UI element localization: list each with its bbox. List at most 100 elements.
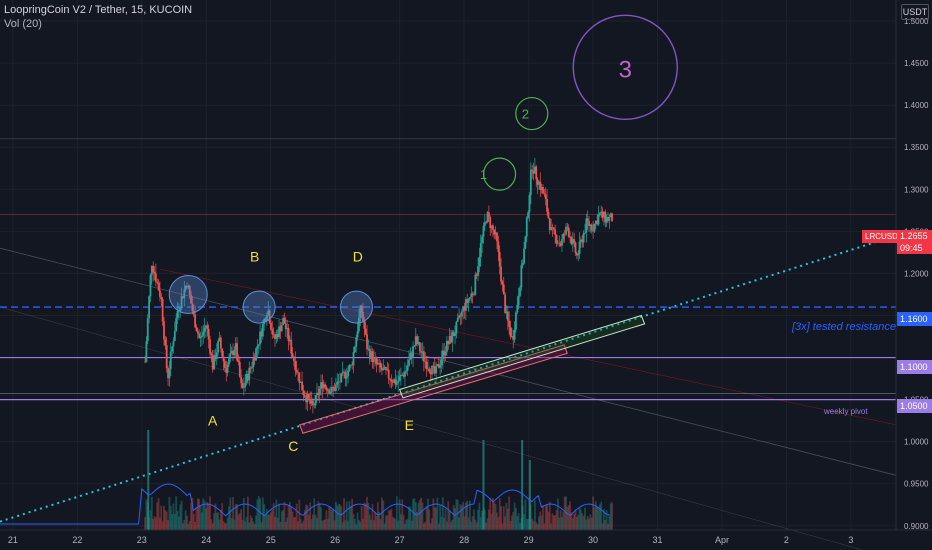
candle-body [159, 290, 161, 297]
candle-body [307, 393, 310, 399]
candle-body [374, 357, 377, 359]
candle-body [479, 243, 482, 258]
candle-body [517, 296, 520, 305]
candle-body [546, 199, 548, 212]
chart-grid [0, 0, 932, 550]
candle-body [425, 361, 428, 370]
candle-body [145, 341, 148, 362]
candle-body [345, 376, 348, 379]
candle-body [287, 328, 290, 342]
candle-body [229, 353, 232, 359]
candle-body [290, 339, 293, 354]
candle-body [298, 372, 301, 383]
candle-body [353, 346, 356, 352]
candle-body [569, 236, 571, 238]
volume-indicator-label[interactable]: Vol (20) [4, 18, 42, 30]
candle-body [544, 194, 547, 200]
candle-body [418, 342, 421, 352]
candle-body [440, 359, 443, 366]
volume-bar [611, 502, 613, 530]
symbol-title[interactable]: LoopringCoin V2 / Tether, 15, KUCOIN [4, 4, 192, 16]
time-tick-label: 28 [459, 535, 469, 545]
candle-body [340, 373, 343, 382]
resistance-annotation: [3x] tested resistance [792, 321, 896, 333]
candle-body [355, 337, 358, 347]
candle-body [169, 351, 172, 369]
candle-body [314, 394, 317, 406]
candle-body [176, 310, 179, 318]
candle-body [584, 232, 586, 234]
candle-body [487, 212, 490, 218]
candle-body [467, 299, 470, 303]
candle-body [565, 226, 567, 235]
candle-body [236, 343, 238, 361]
candle-body [195, 327, 198, 332]
candle-body [226, 364, 229, 373]
candle-body [460, 311, 463, 317]
candle-body [473, 294, 475, 296]
wave-label-3: 3 [619, 56, 632, 83]
wave-label-C: C [288, 438, 298, 454]
candle-body [406, 365, 409, 371]
candle-body [535, 166, 538, 180]
price-tick-label: 1.4000 [904, 101, 929, 110]
candle-body [598, 213, 601, 216]
candle-body [502, 284, 505, 295]
candle-body [481, 236, 483, 244]
candle-body [242, 387, 245, 388]
candle-body [257, 344, 260, 346]
candle-body [261, 323, 264, 337]
currency-badge[interactable]: USDT [901, 4, 929, 20]
volume-spike [528, 460, 531, 530]
candle-body [578, 241, 581, 254]
candle-body [364, 328, 367, 335]
candle-body [202, 331, 205, 336]
candle-body [593, 223, 596, 232]
candle-body [435, 366, 437, 374]
candle-body [389, 378, 391, 380]
time-tick-label: 21 [8, 535, 18, 545]
candle-body [439, 365, 442, 368]
price-tick-label: 1.3000 [904, 185, 929, 194]
candle-body [582, 232, 585, 243]
level-1100-price-tag: 1.1000 [897, 360, 932, 374]
highlight-circle [339, 290, 373, 324]
candle-body [302, 390, 305, 396]
candle-body [240, 376, 243, 384]
candle-body [574, 242, 577, 254]
highlight-circle [242, 290, 276, 324]
candle-body [237, 360, 240, 363]
current-price-tag: 1.2655 09:45 [897, 230, 932, 254]
candle-body [375, 358, 378, 365]
candle-body [498, 251, 501, 267]
candle-body [500, 266, 502, 282]
candle-body [206, 325, 209, 329]
wave-label-2: 2 [522, 107, 529, 122]
candle-body [224, 361, 226, 369]
candle-body [163, 321, 165, 340]
candle-body [283, 318, 286, 324]
candle-body [573, 239, 576, 243]
candle-body [496, 232, 498, 242]
price-axis: 1.50001.45001.40001.35001.30001.25001.20… [895, 0, 932, 550]
candle-body [293, 356, 295, 362]
current-price-value: 1.2655 [900, 231, 928, 241]
candle-body [504, 294, 507, 313]
candle-body [228, 358, 230, 365]
price-chart[interactable]: ABCDE123 1.50001.45001.40001.35001.30001… [0, 0, 932, 550]
time-tick-label: 22 [72, 535, 82, 545]
candle-body [376, 364, 379, 365]
candle-body [160, 296, 163, 300]
candle-body [408, 359, 410, 366]
candle-body [154, 273, 157, 282]
candle-body [347, 370, 349, 377]
candle-body [146, 318, 149, 342]
candle-body [567, 227, 570, 237]
time-tick-label: 3 [848, 535, 853, 545]
candle-body [543, 193, 546, 195]
candle-body [335, 384, 337, 391]
candle-body [555, 234, 558, 244]
candle-body [398, 376, 401, 381]
volume-spike [521, 440, 524, 530]
candle-body [390, 379, 393, 382]
